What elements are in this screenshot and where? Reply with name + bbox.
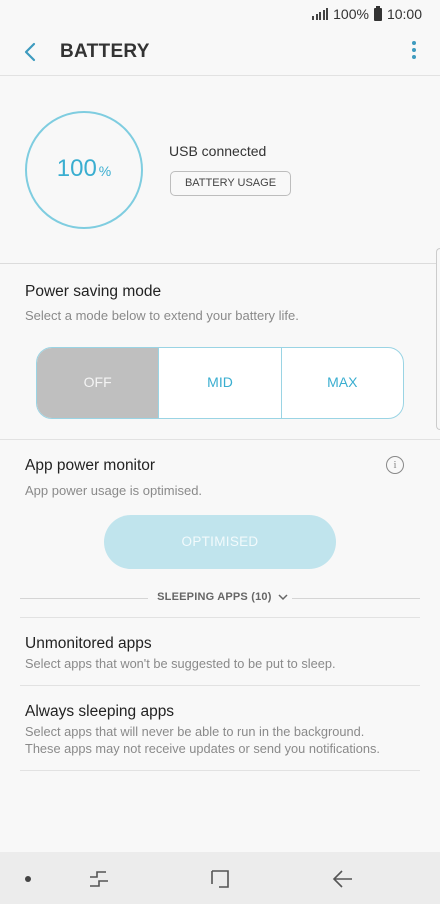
power-mode-selector: OFF MID MAX <box>36 347 404 419</box>
charging-status: USB connected <box>169 143 267 159</box>
back-icon <box>332 870 352 888</box>
back-arrow-icon <box>24 42 36 62</box>
battery-icon <box>373 5 382 21</box>
mode-off-button[interactable]: OFF <box>37 348 159 418</box>
more-options-icon[interactable] <box>408 41 420 63</box>
mode-mid-button[interactable]: MID <box>158 348 280 418</box>
home-icon <box>211 870 229 888</box>
info-icon[interactable]: i <box>386 456 404 474</box>
home-button[interactable] <box>207 866 233 892</box>
battery-level-circle: 100% <box>25 111 143 229</box>
sleeping-apps-label: SLEEPING APPS (10) <box>151 591 278 603</box>
power-saving-section: Power saving mode Select a mode below to… <box>0 265 440 440</box>
page-title: BATTERY <box>60 41 150 62</box>
recent-apps-button[interactable] <box>86 866 112 892</box>
battery-percentage: 100% <box>27 155 141 183</box>
recent-apps-icon <box>90 871 108 887</box>
app-bar: BATTERY <box>0 30 440 76</box>
list-item-title: Always sleeping apps <box>25 703 175 720</box>
status-indicators: 100% 10:00 <box>312 5 422 22</box>
battery-percent: 100% <box>333 6 369 22</box>
battery-summary: 100% USB connected BATTERY USAGE <box>0 77 440 264</box>
chevron-down-icon <box>278 594 288 601</box>
always-sleeping-apps-item[interactable]: Always sleeping apps Select apps that wi… <box>20 686 420 771</box>
battery-percent-value: 100 <box>56 155 97 182</box>
list-item-subtitle-line-2: These apps may not receive updates or se… <box>25 741 380 756</box>
list-item-subtitle-line-1: Select apps that will never be able to r… <box>25 724 365 739</box>
battery-percent-unit: % <box>98 163 112 179</box>
app-power-monitor-subtitle: App power usage is optimised. <box>25 483 203 498</box>
clock: 10:00 <box>386 6 422 22</box>
power-saving-subtitle: Select a mode below to extend your batte… <box>25 308 299 323</box>
navigation-bar <box>0 852 440 904</box>
unmonitored-apps-item[interactable]: Unmonitored apps Select apps that won't … <box>20 618 420 686</box>
mode-max-button[interactable]: MAX <box>280 348 403 418</box>
battery-usage-button[interactable]: BATTERY USAGE <box>170 171 291 196</box>
sleeping-apps-toggle[interactable]: SLEEPING APPS (10) <box>20 591 420 607</box>
signal-icon <box>312 8 329 20</box>
nav-dot-icon[interactable] <box>25 876 31 882</box>
app-power-monitor-section: App power monitor App power usage is opt… <box>0 441 440 621</box>
power-saving-title: Power saving mode <box>25 283 162 300</box>
back-nav-button[interactable] <box>330 866 356 892</box>
optimised-button: OPTIMISED <box>104 515 336 569</box>
list-item-subtitle: Select apps that won't be suggested to b… <box>25 656 336 671</box>
list-item-title: Unmonitored apps <box>25 635 152 652</box>
app-power-monitor-title: App power monitor <box>25 457 156 474</box>
status-bar: 100% 10:00 <box>0 0 440 30</box>
back-button[interactable] <box>18 38 46 66</box>
